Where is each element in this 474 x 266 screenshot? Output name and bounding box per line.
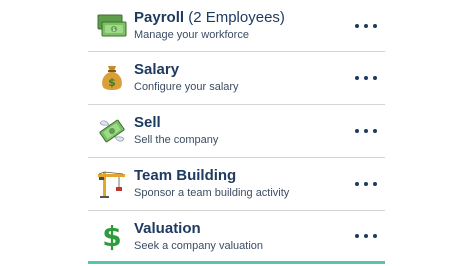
more-dot bbox=[364, 129, 368, 133]
more-dot bbox=[373, 76, 377, 80]
more-dot bbox=[364, 76, 368, 80]
more-dot bbox=[355, 234, 359, 238]
more-dot bbox=[373, 182, 377, 186]
more-dot bbox=[355, 129, 359, 133]
menu-item-team-building[interactable]: Team Building Sponsor a team building ac… bbox=[88, 158, 385, 211]
more-dot bbox=[373, 23, 377, 28]
menu-item-title: Valuation bbox=[134, 220, 201, 237]
menu-item-title: Team Building bbox=[134, 167, 237, 184]
more-dot bbox=[364, 23, 368, 28]
menu-item-salary[interactable]: $ Salary Configure your salary bbox=[88, 52, 385, 105]
menu-item-subtitle: Manage your workforce bbox=[134, 29, 249, 41]
svg-text:$: $ bbox=[112, 27, 115, 33]
more-dot bbox=[364, 182, 368, 186]
svg-text:$: $ bbox=[102, 221, 121, 251]
menu-item-title: Payroll (2 Employees) bbox=[134, 9, 285, 26]
more-options-button[interactable] bbox=[355, 19, 377, 33]
more-options-button[interactable] bbox=[355, 177, 377, 191]
crane-icon bbox=[97, 169, 127, 199]
more-dot bbox=[355, 182, 359, 186]
money-bills-icon: $ bbox=[97, 11, 127, 41]
money-bag-icon: $ bbox=[97, 63, 127, 93]
menu-item-valuation[interactable]: $ Valuation Seek a company valuation bbox=[88, 211, 385, 264]
employee-count: (2 Employees) bbox=[184, 9, 285, 26]
menu-item-subtitle: Configure your salary bbox=[134, 81, 239, 93]
menu-item-title: Salary bbox=[134, 61, 180, 78]
more-dot bbox=[373, 129, 377, 133]
more-dot bbox=[355, 76, 359, 80]
more-options-button[interactable] bbox=[355, 71, 377, 85]
menu-item-sell[interactable]: Sell Sell the company bbox=[88, 105, 385, 158]
more-dot bbox=[355, 23, 359, 28]
more-dot bbox=[373, 234, 377, 238]
money-with-wings-icon bbox=[97, 116, 127, 146]
menu-item-subtitle: Sell the company bbox=[134, 134, 219, 146]
more-options-button[interactable] bbox=[355, 124, 377, 138]
more-dot bbox=[364, 234, 368, 238]
menu-item-payroll[interactable]: $ Payroll (2 Employees) Manage your work… bbox=[88, 0, 385, 52]
more-options-button[interactable] bbox=[355, 229, 377, 243]
dollar-sign-icon: $ bbox=[97, 221, 127, 251]
menu-item-title: Sell bbox=[134, 114, 161, 131]
actions-menu: $ Payroll (2 Employees) Manage your work… bbox=[88, 0, 385, 266]
menu-item-subtitle: Seek a company valuation bbox=[134, 240, 264, 252]
menu-item-subtitle: Sponsor a team building activity bbox=[134, 187, 290, 199]
svg-text:$: $ bbox=[108, 76, 116, 89]
